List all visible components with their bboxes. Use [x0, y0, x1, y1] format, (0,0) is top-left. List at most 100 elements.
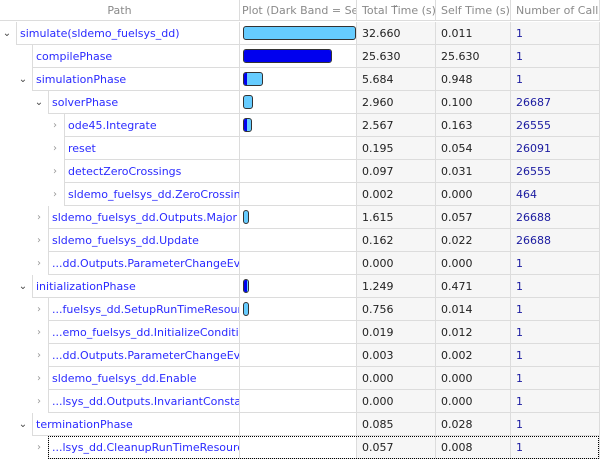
- chevron-right-icon[interactable]: ›: [49, 137, 61, 160]
- function-name-link[interactable]: simulationPhase: [32, 68, 240, 91]
- total-time: 0.195: [357, 137, 436, 160]
- function-name-link[interactable]: ...dd.Outputs.ParameterChangeEvent: [48, 252, 240, 275]
- function-name-link[interactable]: terminationPhase: [32, 413, 240, 436]
- function-name-link[interactable]: initializationPhase: [32, 275, 240, 298]
- function-name-link[interactable]: solverPhase: [48, 91, 240, 114]
- function-name-link[interactable]: ...fuelsys_dd.SetupRunTimeResources: [48, 298, 240, 321]
- self-time: 0.031: [436, 160, 511, 183]
- total-time-bar: [243, 26, 356, 40]
- chevron-right-icon[interactable]: ›: [49, 183, 61, 206]
- self-time-band: [244, 73, 248, 85]
- table-row[interactable]: › detectZeroCrossings 0.097 0.031 26555: [0, 160, 600, 183]
- time-plot-cell: [240, 183, 357, 206]
- time-plot-cell: [240, 137, 357, 160]
- column-header-plot[interactable]: Plot (Dark Band = Self: [240, 0, 357, 21]
- table-row[interactable]: › reset 0.195 0.054 26091: [0, 137, 600, 160]
- function-name-link[interactable]: ...lsys_dd.Outputs.InvariantConstants: [48, 390, 240, 413]
- total-time-bar: [243, 95, 254, 109]
- number-of-calls: 1: [511, 390, 600, 413]
- self-time: 0.028: [436, 413, 511, 436]
- table-row[interactable]: › ...dd.Outputs.ParameterChangeEvent 0.000…: [0, 252, 600, 275]
- self-time-band: [244, 119, 247, 131]
- total-time: 2.567: [357, 114, 436, 137]
- chevron-right-icon[interactable]: ›: [33, 206, 45, 229]
- total-time-bar: [243, 279, 249, 293]
- table-row[interactable]: › ...lsys_dd.CleanupRunTimeResources 0.057…: [0, 436, 600, 459]
- number-of-calls: 26091: [511, 137, 600, 160]
- function-name-link[interactable]: ...emo_fuelsys_dd.InitializeConditions: [48, 321, 240, 344]
- time-plot-cell: [240, 229, 357, 252]
- function-name-link[interactable]: detectZeroCrossings: [64, 160, 240, 183]
- total-time: 0.002: [357, 183, 436, 206]
- total-time: 1.249: [357, 275, 436, 298]
- time-plot-cell: [240, 114, 357, 137]
- table-row[interactable]: › sldemo_fuelsys_dd.Update 0.162 0.022 26688: [0, 229, 600, 252]
- chevron-right-icon[interactable]: ›: [33, 229, 45, 252]
- number-of-calls: 26555: [511, 114, 600, 137]
- table-row[interactable]: ⌄ solverPhase 2.960 0.100 26687: [0, 91, 600, 114]
- self-time: 0.002: [436, 344, 511, 367]
- table-row[interactable]: › ...emo_fuelsys_dd.InitializeConditions 0…: [0, 321, 600, 344]
- function-name-link[interactable]: sldemo_fuelsys_dd.ZeroCrossings: [64, 183, 240, 206]
- time-plot-cell: [240, 91, 357, 114]
- function-name-link[interactable]: sldemo_fuelsys_dd.Update: [48, 229, 240, 252]
- table-row[interactable]: ⌄ simulate(sldemo_fuelsys_dd) 32.660 0.011 1: [0, 22, 600, 45]
- table-row[interactable]: › ...fuelsys_dd.SetupRunTimeResources 0.75…: [0, 298, 600, 321]
- chevron-right-icon[interactable]: ›: [33, 252, 45, 275]
- chevron-right-icon[interactable]: ›: [33, 344, 45, 367]
- self-time: 0.054: [436, 137, 511, 160]
- chevron-right-icon[interactable]: ›: [49, 114, 61, 137]
- chevron-down-icon[interactable]: ⌄: [17, 275, 29, 298]
- chevron-right-icon[interactable]: ›: [33, 321, 45, 344]
- table-row[interactable]: › ode45.Integrate 2.567 0.163 26555: [0, 114, 600, 137]
- total-time: 0.019: [357, 321, 436, 344]
- total-time: 0.756: [357, 298, 436, 321]
- function-name-link[interactable]: compilePhase: [32, 45, 240, 68]
- total-time: 1.615: [357, 206, 436, 229]
- table-row[interactable]: ⌄ terminationPhase 0.085 0.028 1: [0, 413, 600, 436]
- table-row[interactable]: › ...lsys_dd.Outputs.InvariantConstants 0.…: [0, 390, 600, 413]
- self-time: 0.948: [436, 68, 511, 91]
- total-time: 2.960: [357, 91, 436, 114]
- number-of-calls: 1: [511, 22, 600, 45]
- function-name-link[interactable]: sldemo_fuelsys_dd.Enable: [48, 367, 240, 390]
- total-time: 5.684: [357, 68, 436, 91]
- column-header-number-of-calls[interactable]: Number of Calls: [511, 0, 600, 21]
- table-row[interactable]: compilePhase 25.630 25.630 1: [0, 45, 600, 68]
- function-name-link[interactable]: simulate(sldemo_fuelsys_dd): [16, 22, 240, 45]
- function-name-link[interactable]: ...dd.Outputs.ParameterChangeEvent: [48, 344, 240, 367]
- table-row[interactable]: ⌄ initializationPhase 1.249 0.471 1: [0, 275, 600, 298]
- chevron-down-icon[interactable]: ⌄: [17, 413, 29, 436]
- table-row[interactable]: › sldemo_fuelsys_dd.Outputs.Major 1.615 0.0…: [0, 206, 600, 229]
- number-of-calls: 1: [511, 367, 600, 390]
- total-time: 0.085: [357, 413, 436, 436]
- self-time: 0.163: [436, 114, 511, 137]
- time-plot-cell: [240, 206, 357, 229]
- chevron-right-icon[interactable]: ›: [33, 390, 45, 413]
- chevron-right-icon[interactable]: ›: [33, 298, 45, 321]
- column-header-self-time[interactable]: Self Time (s): [436, 0, 511, 21]
- function-name-link[interactable]: sldemo_fuelsys_dd.Outputs.Major: [48, 206, 240, 229]
- table-row[interactable]: ⌄ simulationPhase 5.684 0.948 1: [0, 68, 600, 91]
- chevron-down-icon[interactable]: ⌄: [17, 68, 29, 91]
- self-time: 0.000: [436, 183, 511, 206]
- time-plot-cell: [240, 252, 357, 275]
- table-row[interactable]: › sldemo_fuelsys_dd.ZeroCrossings 0.002 0.0…: [0, 183, 600, 206]
- self-time: 0.014: [436, 298, 511, 321]
- chevron-right-icon[interactable]: ›: [33, 436, 45, 459]
- function-name-link[interactable]: ode45.Integrate: [64, 114, 240, 137]
- table-row[interactable]: › sldemo_fuelsys_dd.Enable 0.000 0.000 1: [0, 367, 600, 390]
- chevron-right-icon[interactable]: ›: [33, 367, 45, 390]
- self-time: 0.000: [436, 252, 511, 275]
- chevron-down-icon[interactable]: ⌄: [1, 22, 13, 45]
- number-of-calls: 1: [511, 321, 600, 344]
- total-time-bar: [243, 210, 249, 224]
- function-name-link[interactable]: reset: [64, 137, 240, 160]
- self-time: 0.000: [436, 390, 511, 413]
- chevron-down-icon[interactable]: ⌄: [33, 91, 45, 114]
- column-header-path[interactable]: Path: [0, 0, 240, 21]
- number-of-calls: 1: [511, 252, 600, 275]
- table-row[interactable]: › ...dd.Outputs.ParameterChangeEvent 0.003…: [0, 344, 600, 367]
- self-time: 25.630: [436, 45, 511, 68]
- chevron-right-icon[interactable]: ›: [49, 160, 61, 183]
